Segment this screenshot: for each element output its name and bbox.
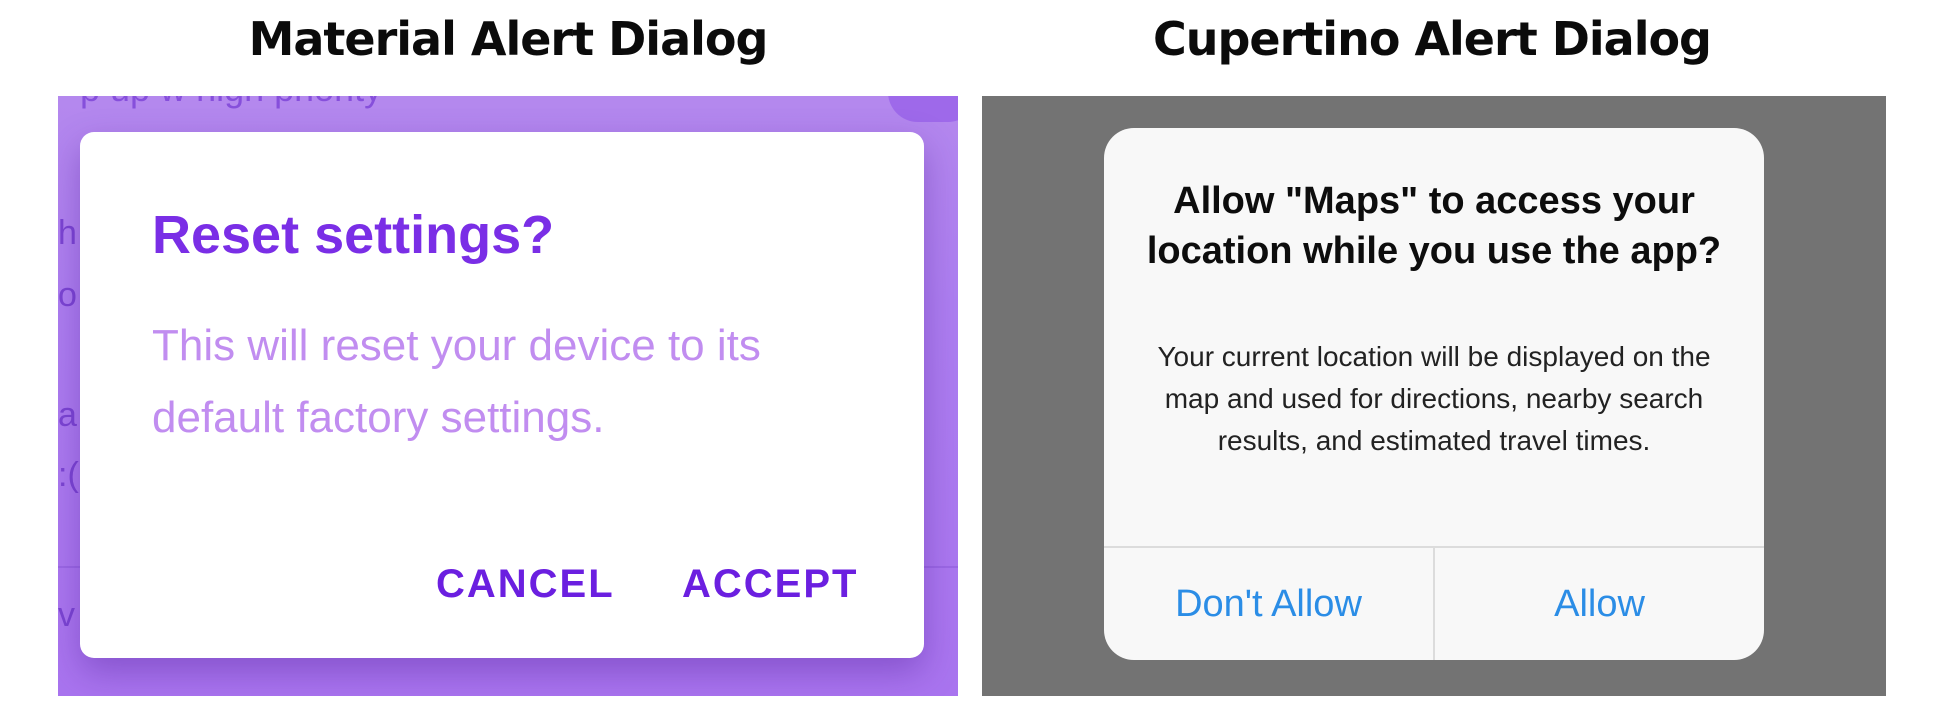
cupertino-screen: Allow "Maps" to access your location whi… — [982, 96, 1886, 696]
background-text-fragment: o — [58, 276, 77, 314]
dialog-title: Reset settings? — [152, 205, 555, 265]
allow-button[interactable]: Allow — [1435, 548, 1764, 660]
material-alert-dialog: Reset settings? This will reset your dev… — [80, 132, 924, 658]
dialog-message: Your current location will be displayed … — [1157, 341, 1711, 456]
material-screen: p up w high priority h o a :( v Reset se… — [58, 96, 958, 696]
dialog-title: Allow "Maps" to access your location whi… — [1146, 180, 1722, 272]
material-caption: Material Alert Dialog — [248, 12, 769, 66]
cancel-button[interactable]: CANCEL — [436, 562, 615, 607]
accept-button[interactable]: ACCEPT — [682, 562, 858, 607]
dialog-body: This will reset your device to its defau… — [152, 321, 761, 442]
cupertino-caption: Cupertino Alert Dialog — [1153, 12, 1712, 66]
background-app-content: p up w high priority — [80, 96, 382, 110]
background-fab-shape — [888, 96, 958, 122]
background-text-fragment: h — [58, 214, 77, 252]
cupertino-alert-dialog: Allow "Maps" to access your location whi… — [1104, 128, 1764, 660]
background-text-fragment: v — [58, 596, 75, 634]
background-text-fragment: :( — [58, 456, 79, 494]
background-text-fragment: a — [58, 396, 77, 434]
dont-allow-button[interactable]: Don't Allow — [1104, 548, 1433, 660]
